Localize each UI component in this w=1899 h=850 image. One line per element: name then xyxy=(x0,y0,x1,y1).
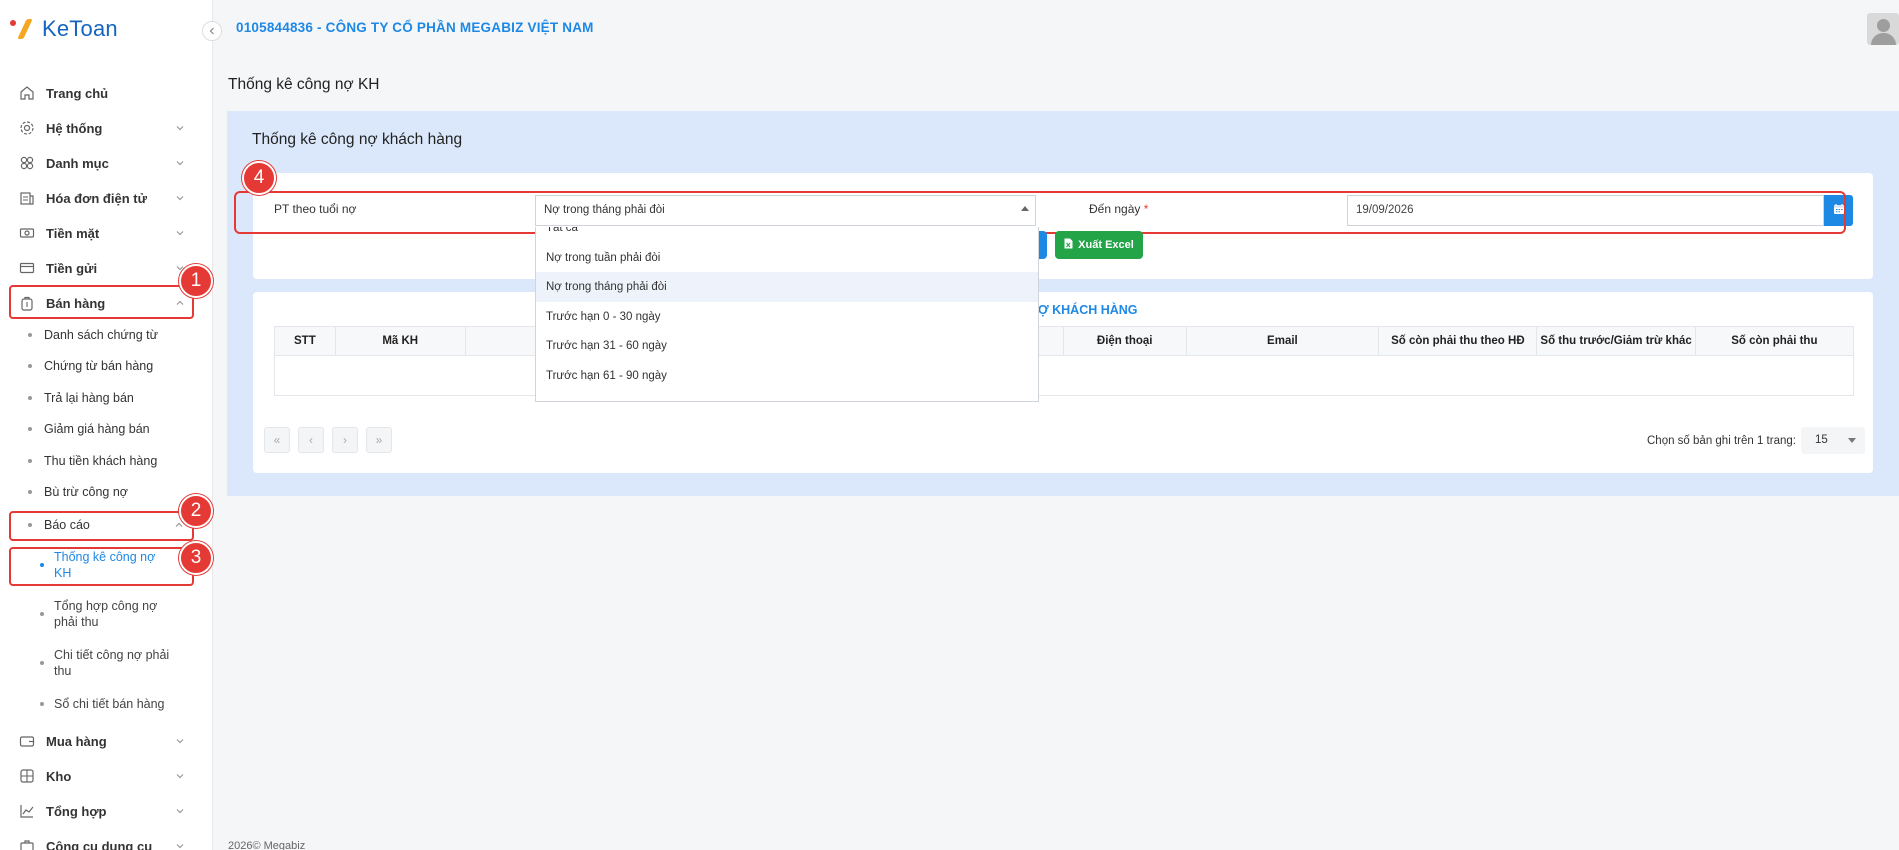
sidebar-item-tien-mat[interactable]: Tiền mặt xyxy=(8,217,194,249)
chevron-down-icon xyxy=(174,122,186,134)
double-chevron-left-icon: « xyxy=(273,433,281,447)
sidebar-item-label: Hệ thống xyxy=(46,120,103,136)
double-chevron-right-icon: » xyxy=(375,433,383,447)
sidebar-item-cong-cu-dung-cu[interactable]: Công cụ dụng cụ xyxy=(8,830,194,850)
dropdown-option-selected[interactable]: Nợ trong tháng phải đòi xyxy=(536,272,1038,302)
caret-down-icon xyxy=(1848,438,1856,443)
dropdown-option[interactable]: Tất cả xyxy=(536,227,1038,243)
report-panel: Thống kê công nợ khách hàng PT theo tuổi… xyxy=(227,111,1899,496)
card-icon xyxy=(18,259,36,277)
chevron-down-icon xyxy=(174,192,186,204)
panel-title: Thống kê công nợ khách hàng xyxy=(252,131,463,148)
export-excel-label: Xuất Excel xyxy=(1078,239,1134,251)
col-header-stt: STT xyxy=(274,326,336,356)
annotation-box-3 xyxy=(9,547,194,586)
sidebar-item-label: Tiền gửi xyxy=(46,260,98,276)
report-table: STT Mã KH o thuế Điện thoại Email Số còn… xyxy=(274,326,1855,396)
gear-icon xyxy=(18,119,36,137)
col-header-blank xyxy=(464,326,545,356)
page-size-select[interactable]: 15 xyxy=(1801,427,1865,454)
sidebar-item-he-thong[interactable]: Hệ thống xyxy=(8,112,194,144)
sidebar-subitem-thu-tien-khach-hang[interactable]: Thu tiền khách hàng xyxy=(28,453,194,469)
sidebar-item-label: Tiền mặt xyxy=(46,225,100,241)
top-header: 0105844836 - CÔNG TY CỔ PHẦN MEGABIZ VIỆ… xyxy=(214,0,1899,58)
col-header-so-con-phai-thu-hd: Số còn phải thu theo HĐ xyxy=(1378,326,1538,356)
dropdown-option[interactable]: Nợ trong tuần phải đòi xyxy=(536,243,1038,273)
pager-last-button[interactable]: » xyxy=(366,427,392,453)
pager-first-button[interactable]: « xyxy=(264,427,290,453)
sidebar-item-label: Tổng hợp xyxy=(46,803,107,819)
sidebar-item-label: Kho xyxy=(46,768,72,784)
sidebar-subitem-chi-tiet-cong-no[interactable]: Chi tiết công nợ phải thu xyxy=(40,647,194,679)
annotation-badge-2: 2 xyxy=(179,494,213,528)
chevron-left-icon: ‹ xyxy=(309,433,313,447)
logo[interactable]: KeToan xyxy=(10,14,118,44)
sidebar-item-tien-gui[interactable]: Tiền gửi xyxy=(8,252,194,284)
page-size-label: Chọn số bản ghi trên 1 trang: xyxy=(1647,435,1796,447)
sidebar-subitem-giam-gia-hang-ban[interactable]: Giảm giá hàng bán xyxy=(28,421,194,437)
sidebar-subitem-so-chi-tiet-ban-hang[interactable]: Sổ chi tiết bán hàng xyxy=(40,696,194,712)
page-size-value: 15 xyxy=(1815,434,1828,446)
pager-next-button[interactable]: › xyxy=(332,427,358,453)
col-header-dien-thoai: Điện thoại xyxy=(1062,326,1187,356)
annotation-box-4 xyxy=(234,191,1846,234)
col-header-so-thu-truoc: Số thu trước/Giảm trừ khác xyxy=(1536,326,1696,356)
dropdown-option[interactable]: Trước hạn 61 - 90 ngày xyxy=(536,361,1038,391)
sidebar-item-label: Trang chủ xyxy=(46,85,109,101)
warehouse-icon xyxy=(18,767,36,785)
sidebar-item-label: Công cụ dụng cụ xyxy=(46,838,153,850)
excel-file-icon xyxy=(1064,238,1073,252)
sidebar-subitem-bu-tru-cong-no[interactable]: Bù trừ công nợ xyxy=(28,484,194,500)
sidebar-item-kho[interactable]: Kho xyxy=(8,760,194,792)
sidebar-item-label: Mua hàng xyxy=(46,733,107,749)
annotation-badge-1: 1 xyxy=(179,264,213,298)
annotation-badge-4: 4 xyxy=(242,161,276,195)
invoice-icon xyxy=(18,189,36,207)
pt-tuoi-no-dropdown: Tất cả Nợ trong tuần phải đòi Nợ trong t… xyxy=(535,227,1039,402)
chevron-down-icon xyxy=(174,840,186,850)
sidebar-item-trang-chu[interactable]: Trang chủ xyxy=(8,77,194,109)
col-header-email: Email xyxy=(1185,326,1380,356)
pager-prev-button[interactable]: ‹ xyxy=(298,427,324,453)
sidebar-item-tong-hop[interactable]: Tổng hợp xyxy=(8,795,194,827)
empty-table-message: n để tải dữ liệu báo cáo xyxy=(274,355,1854,396)
sidebar-item-hoa-don[interactable]: Hóa đơn điện tử xyxy=(8,182,194,214)
footer-copyright: 2026© Megabiz xyxy=(228,840,306,850)
tools-icon xyxy=(18,837,36,850)
sidebar-subitem-chung-tu-ban-hang[interactable]: Chứng từ bán hàng xyxy=(28,358,194,374)
cash-icon xyxy=(18,224,36,242)
chevron-right-icon: › xyxy=(343,433,347,447)
chevron-down-icon xyxy=(174,227,186,239)
dropdown-option[interactable]: Trước hạn 0 - 30 ngày xyxy=(536,302,1038,332)
chevron-down-icon xyxy=(174,770,186,782)
sidebar-item-mua-hang[interactable]: Mua hàng xyxy=(8,725,194,757)
home-icon xyxy=(18,84,36,102)
company-name: 0105844836 - CÔNG TY CỔ PHẦN MEGABIZ VIỆ… xyxy=(236,20,594,35)
export-excel-button[interactable]: Xuất Excel xyxy=(1055,231,1143,259)
col-header-ma-kh: Mã KH xyxy=(334,326,466,356)
page-title: Thống kê công nợ KH xyxy=(228,76,380,93)
sidebar-collapse-button[interactable] xyxy=(202,21,222,41)
sidebar-subitem-danh-sach-chung-tu[interactable]: Danh sách chứng từ xyxy=(28,327,194,343)
wallet-icon xyxy=(18,732,36,750)
sidebar-subitem-tong-hop-cong-no[interactable]: Tổng hợp công nợ phải thu xyxy=(40,598,194,630)
chevron-down-icon xyxy=(174,735,186,747)
annotation-box-1 xyxy=(9,285,194,319)
chevron-down-icon xyxy=(174,805,186,817)
logo-text: KeToan xyxy=(42,16,118,41)
avatar[interactable] xyxy=(1867,13,1899,45)
annotation-badge-3: 3 xyxy=(179,541,213,575)
annotation-box-2 xyxy=(9,511,194,541)
logo-mark-icon xyxy=(10,16,38,42)
col-header-so-con-phai-thu: Số còn phải thu xyxy=(1694,326,1855,356)
sidebar-item-label: Danh mục xyxy=(46,155,109,171)
sidebar-item-label: Hóa đơn điện tử xyxy=(46,190,147,206)
dropdown-option[interactable]: Trước hạn 31 - 60 ngày xyxy=(536,331,1038,361)
grid-icon xyxy=(18,154,36,172)
sidebar-subitem-tra-lai-hang-ban[interactable]: Trả lại hàng bán xyxy=(28,390,194,406)
sidebar: KeToan Trang chủ Hệ thống Danh mục Hóa đ… xyxy=(0,0,213,850)
sidebar-item-danh-muc[interactable]: Danh mục xyxy=(8,147,194,179)
chevron-down-icon xyxy=(174,157,186,169)
chart-icon xyxy=(18,802,36,820)
